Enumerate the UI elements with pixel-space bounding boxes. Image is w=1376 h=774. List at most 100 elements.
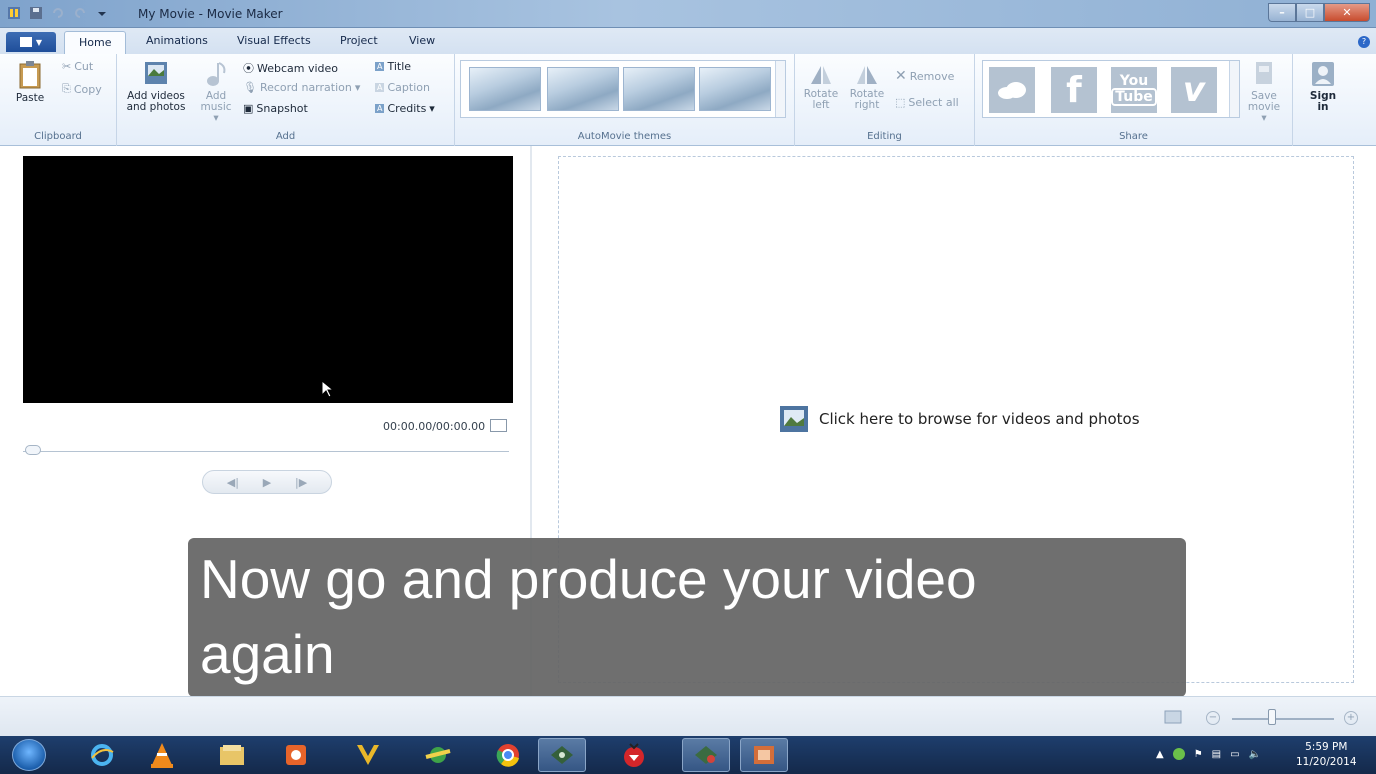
media-app-icon[interactable] [272,738,320,772]
youtube-icon[interactable]: You Tube [1111,67,1157,113]
theme-thumbnail[interactable] [547,67,619,111]
paste-button[interactable]: Paste [12,60,48,104]
customize-qat-icon[interactable] [94,5,110,21]
taskbar-app-1[interactable] [538,738,586,772]
download-app-icon[interactable] [610,738,658,772]
volume-icon[interactable]: 🔈 [1249,749,1261,760]
cut-button[interactable]: ✂ Cut [62,60,93,73]
tab-view[interactable]: View [409,34,435,47]
seek-bar[interactable] [23,451,509,455]
chevron-down-icon: ▼ [35,37,43,47]
caption-button[interactable]: A Caption [375,81,430,94]
show-hidden-icons-icon[interactable]: ▲ [1156,749,1164,760]
file-menu-button[interactable]: ▼ [6,32,56,52]
network-app-icon[interactable] [414,738,462,772]
fullscreen-icon[interactable] [490,419,507,432]
zoom-out-button[interactable]: − [1206,711,1220,725]
title-bar: My Movie - Movie Maker – □ ✕ [0,0,1376,28]
user-icon [1312,62,1334,86]
window-controls: – □ ✕ [1268,3,1370,22]
theme-thumbnail[interactable] [469,67,541,111]
gallery-scrollbar[interactable] [775,61,785,117]
save-movie-icon [1256,62,1272,84]
share-gallery: f You Tube v [982,60,1240,118]
next-frame-icon[interactable]: |▶ [295,476,307,489]
vectorized-app-icon[interactable] [344,738,392,772]
sign-in-button[interactable]: Sign in [1303,60,1343,113]
window-title: My Movie - Movie Maker [138,7,283,21]
timecode: 00:00.00/00:00.00 [383,420,486,433]
select-all-icon: ⬚ [895,96,906,109]
save-movie-button[interactable]: Save movie ▾ [1245,60,1283,124]
tab-project[interactable]: Project [340,34,378,47]
title-button[interactable]: A Title [375,60,411,73]
save-icon[interactable] [28,5,44,21]
undo-icon[interactable] [50,5,66,21]
redo-icon[interactable] [72,5,88,21]
minimize-button[interactable]: – [1268,3,1296,22]
tab-visual-effects[interactable]: Visual Effects [237,34,311,47]
signin-group: Sign in [1293,54,1353,146]
clipboard-icon [19,61,41,89]
movie-maker-taskbar-icon[interactable] [740,738,788,772]
add-videos-icon [145,62,167,84]
themes-gallery [460,60,786,118]
credits-button[interactable]: A Credits ▾ [375,102,435,115]
tab-home[interactable]: Home [64,31,127,55]
chrome-icon[interactable] [484,738,532,772]
zoom-slider-track[interactable] [1232,718,1334,720]
add-videos-button[interactable]: Add videos and photos [125,60,187,113]
tray-app-icon[interactable]: ▤ [1212,749,1221,760]
facebook-icon[interactable]: f [1051,67,1097,113]
start-button[interactable] [12,739,46,771]
network-icon[interactable]: ▭ [1230,749,1239,760]
rotate-left-button[interactable]: Rotate left [801,60,841,111]
music-note-icon [207,62,226,86]
snapshot-button[interactable]: ▣ Snapshot [243,102,308,115]
action-center-flag-icon[interactable]: ⚑ [1194,749,1203,760]
ribbon: Paste ✂ Cut ⎘ Copy Clipboard Add videos an… [0,54,1376,146]
vlc-icon[interactable] [138,738,186,772]
editing-group-label: Editing [867,131,902,142]
remove-button[interactable]: ✕ Remove [895,68,954,84]
vimeo-icon[interactable]: v [1171,67,1217,113]
microphone-icon: 🎙 [243,81,257,94]
seek-thumb[interactable] [25,445,41,455]
add-group: Add videos and photos Add music ▾ ⦿ Webca… [117,54,455,146]
taskbar-app-2[interactable] [682,738,730,772]
theme-thumbnail[interactable] [699,67,771,111]
clipboard-group-label: Clipboard [34,131,82,142]
record-narration-button[interactable]: 🎙 Record narration ▾ [243,81,360,94]
green-tray-icon[interactable] [1172,748,1185,760]
help-icon[interactable]: ? [1358,36,1370,48]
title-icon: A [375,62,385,71]
close-button[interactable]: ✕ [1324,3,1370,22]
add-group-label: Add [275,131,296,142]
copy-icon: ⎘ [62,82,71,95]
app-icon[interactable] [6,5,22,21]
file-explorer-icon[interactable] [208,738,256,772]
browse-link[interactable]: Click here to browse for videos and phot… [779,405,1140,433]
taskbar-clock[interactable]: 5:59 PM 11/20/2014 [1296,740,1357,770]
play-icon[interactable]: ▶ [263,476,271,489]
system-tray: ▲ ⚑ ▤ ▭ 🔈 [1156,748,1261,760]
storyboard-view-icon[interactable] [1164,710,1182,727]
zoom-in-button[interactable]: + [1344,711,1358,725]
preview-monitor[interactable] [23,156,513,403]
copy-button[interactable]: ⎘ Copy [62,82,102,96]
skydrive-icon[interactable] [989,67,1035,113]
zoom-slider-thumb[interactable] [1268,709,1276,725]
ribbon-tab-row: ▼ Home Animations Visual Effects Project… [0,28,1376,55]
share-gallery-scrollbar[interactable] [1229,61,1239,117]
rotate-right-button[interactable]: Rotate right [845,60,889,111]
tab-animations[interactable]: Animations [146,34,208,47]
webcam-icon: ⦿ [243,62,254,75]
taskbar: ▲ ⚑ ▤ ▭ 🔈 5:59 PM 11/20/2014 [0,736,1376,774]
add-music-button[interactable]: Add music ▾ [197,60,235,124]
theme-thumbnail[interactable] [623,67,695,111]
webcam-video-button[interactable]: ⦿ Webcam video [243,60,338,76]
previous-frame-icon[interactable]: ◀| [227,476,239,489]
maximize-button[interactable]: □ [1296,3,1324,22]
internet-explorer-icon[interactable] [78,738,126,772]
select-all-button[interactable]: ⬚ Select all [895,96,959,109]
